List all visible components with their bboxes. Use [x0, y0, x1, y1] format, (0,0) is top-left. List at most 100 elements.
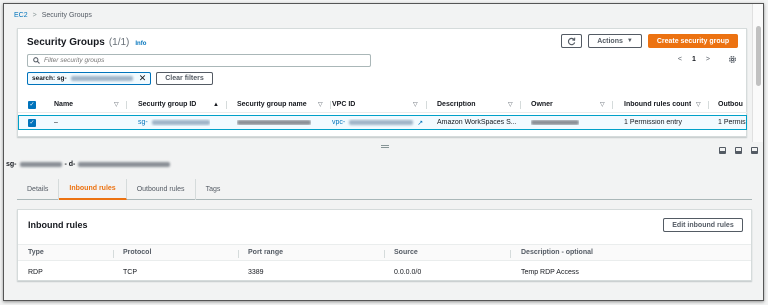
- table-header: ✓ Name ▽ Security group ID ▲ Security gr…: [18, 97, 747, 113]
- page-number[interactable]: 1: [692, 56, 696, 63]
- row-name: –: [54, 119, 58, 126]
- col-sgname-label: Security group name: [237, 101, 307, 108]
- dock-side-icon[interactable]: [735, 147, 742, 154]
- scrollbar-thumb[interactable]: [756, 26, 761, 86]
- rule-description: Temp RDP Access: [521, 268, 579, 276]
- sort-icon[interactable]: ▽: [508, 101, 513, 108]
- browser-frame: EC2 > Security Groups Security Groups (1…: [3, 3, 764, 301]
- tab-details[interactable]: Details: [17, 179, 60, 200]
- column-divider: [612, 100, 613, 109]
- inbound-table-header: Type Protocol Port range Source Descript…: [18, 244, 751, 261]
- row-outbound-count: 1 Permis: [718, 119, 746, 126]
- detail-title-mid: - d-: [64, 161, 76, 168]
- column-divider: [708, 100, 709, 109]
- rule-port-range: 3389: [248, 268, 264, 276]
- panel-title-text: Security Groups: [27, 37, 105, 48]
- split-panel-handle[interactable]: [4, 144, 763, 149]
- row-security-group-name: [237, 120, 311, 125]
- tab-outbound-rules[interactable]: Outbound rules: [127, 179, 196, 200]
- sort-icon[interactable]: ▽: [696, 101, 701, 108]
- column-divider: [113, 250, 114, 258]
- next-page-icon[interactable]: >: [706, 56, 710, 63]
- column-divider: [238, 250, 239, 258]
- row-inbound-count: 1 Permission entry: [624, 119, 682, 126]
- rule-source: 0.0.0.0/0: [394, 268, 422, 276]
- row-description: Amazon WorkSpaces S...: [437, 119, 517, 126]
- detail-title: sg- - d-: [6, 161, 171, 168]
- info-link[interactable]: Info: [135, 41, 146, 47]
- redacted-sg-id: [19, 162, 62, 167]
- refresh-icon: [567, 37, 576, 45]
- select-all-checkbox[interactable]: ✓: [28, 100, 36, 109]
- redacted-sg-id: [151, 120, 210, 125]
- remove-filter-icon[interactable]: ✕: [139, 73, 147, 84]
- inbound-rules-title: Inbound rules: [28, 220, 88, 230]
- col-sgid-label: Security group ID: [138, 101, 197, 108]
- previous-page-icon[interactable]: <: [678, 56, 682, 63]
- detail-tabs: Details Inbound rules Outbound rules Tag…: [17, 179, 752, 200]
- edit-inbound-rules-button[interactable]: Edit inbound rules: [663, 218, 743, 232]
- refresh-button[interactable]: [561, 34, 582, 48]
- dock-full-icon[interactable]: [751, 147, 758, 154]
- search-input[interactable]: [44, 57, 344, 64]
- sort-icon[interactable]: ▽: [600, 101, 605, 108]
- col-inbound-rules-count[interactable]: Inbound rules count: [624, 101, 691, 108]
- vertical-scrollbar[interactable]: [752, 4, 763, 142]
- col-vpc-id[interactable]: VPC ID: [332, 101, 355, 108]
- col-name[interactable]: Name: [54, 101, 73, 108]
- split-panel-controls: [719, 147, 758, 154]
- sort-icon[interactable]: ▽: [318, 101, 323, 108]
- row-checkbox[interactable]: ✓: [28, 118, 36, 127]
- row-owner: [531, 120, 579, 125]
- panel-title: Security Groups (1/1) Info: [27, 37, 146, 48]
- rule-type: RDP: [28, 268, 43, 276]
- col-owner-label: Owner: [531, 101, 553, 108]
- filter-token: search: sg- ✕: [27, 72, 152, 85]
- actions-button[interactable]: Actions ▼: [588, 34, 642, 48]
- col-outbound-label: Outbou: [718, 101, 743, 108]
- tab-inbound-rules[interactable]: Inbound rules: [59, 179, 127, 200]
- tab-tags[interactable]: Tags: [196, 179, 231, 200]
- col-security-group-name[interactable]: Security group name: [237, 101, 307, 108]
- col-source: Source: [394, 249, 418, 256]
- column-divider: [126, 100, 127, 109]
- gear-icon[interactable]: [728, 55, 737, 64]
- filter-token-label: search: sg-: [32, 75, 67, 82]
- vpc-prefix: vpc-: [332, 119, 346, 126]
- search-icon: [33, 57, 40, 64]
- column-divider: [520, 100, 521, 109]
- col-security-group-id[interactable]: Security group ID: [138, 101, 196, 108]
- redacted-sg-id: [70, 76, 133, 81]
- redacted-sg-name: [237, 120, 311, 125]
- dock-bottom-icon[interactable]: [719, 147, 726, 154]
- breadcrumb-ec2-link[interactable]: EC2: [14, 12, 28, 19]
- col-description[interactable]: Description: [437, 101, 476, 108]
- pagination: < 1 >: [678, 55, 737, 64]
- search-field[interactable]: [27, 54, 371, 67]
- clear-filters-button[interactable]: Clear filters: [156, 72, 213, 85]
- check-icon: ✓: [28, 100, 36, 109]
- inbound-rules-panel: Inbound rules Edit inbound rules Type Pr…: [17, 209, 752, 281]
- table-row[interactable]: ✓ – sg- vpc- ↗ Amazon WorkSpaces S... 1 …: [18, 115, 747, 130]
- col-outbound-rules-count[interactable]: Outbou: [718, 101, 743, 108]
- col-protocol: Protocol: [123, 249, 152, 256]
- redacted-owner: [531, 120, 579, 125]
- breadcrumb-separator: >: [32, 11, 37, 19]
- drag-handle-icon: [380, 145, 389, 148]
- col-type: Type: [28, 249, 44, 256]
- row-vpc-id[interactable]: vpc- ↗: [332, 119, 423, 127]
- col-port-range: Port range: [248, 249, 284, 256]
- detail-title-prefix: sg-: [6, 161, 17, 168]
- column-divider: [426, 100, 427, 109]
- sort-icon[interactable]: ▽: [114, 101, 119, 108]
- sort-ascending-icon[interactable]: ▲: [213, 102, 219, 108]
- caret-down-icon: ▼: [626, 38, 633, 44]
- col-vpc-label: VPC ID: [332, 101, 356, 108]
- security-groups-panel: Security Groups (1/1) Info Actions ▼ Cre…: [17, 28, 747, 137]
- sort-icon[interactable]: ▽: [413, 101, 418, 108]
- row-security-group-id[interactable]: sg-: [138, 119, 210, 126]
- col-owner[interactable]: Owner: [531, 101, 553, 108]
- col-inbound-label: Inbound rules count: [624, 101, 692, 108]
- create-security-group-button[interactable]: Create security group: [648, 34, 738, 48]
- rule-protocol: TCP: [123, 268, 137, 276]
